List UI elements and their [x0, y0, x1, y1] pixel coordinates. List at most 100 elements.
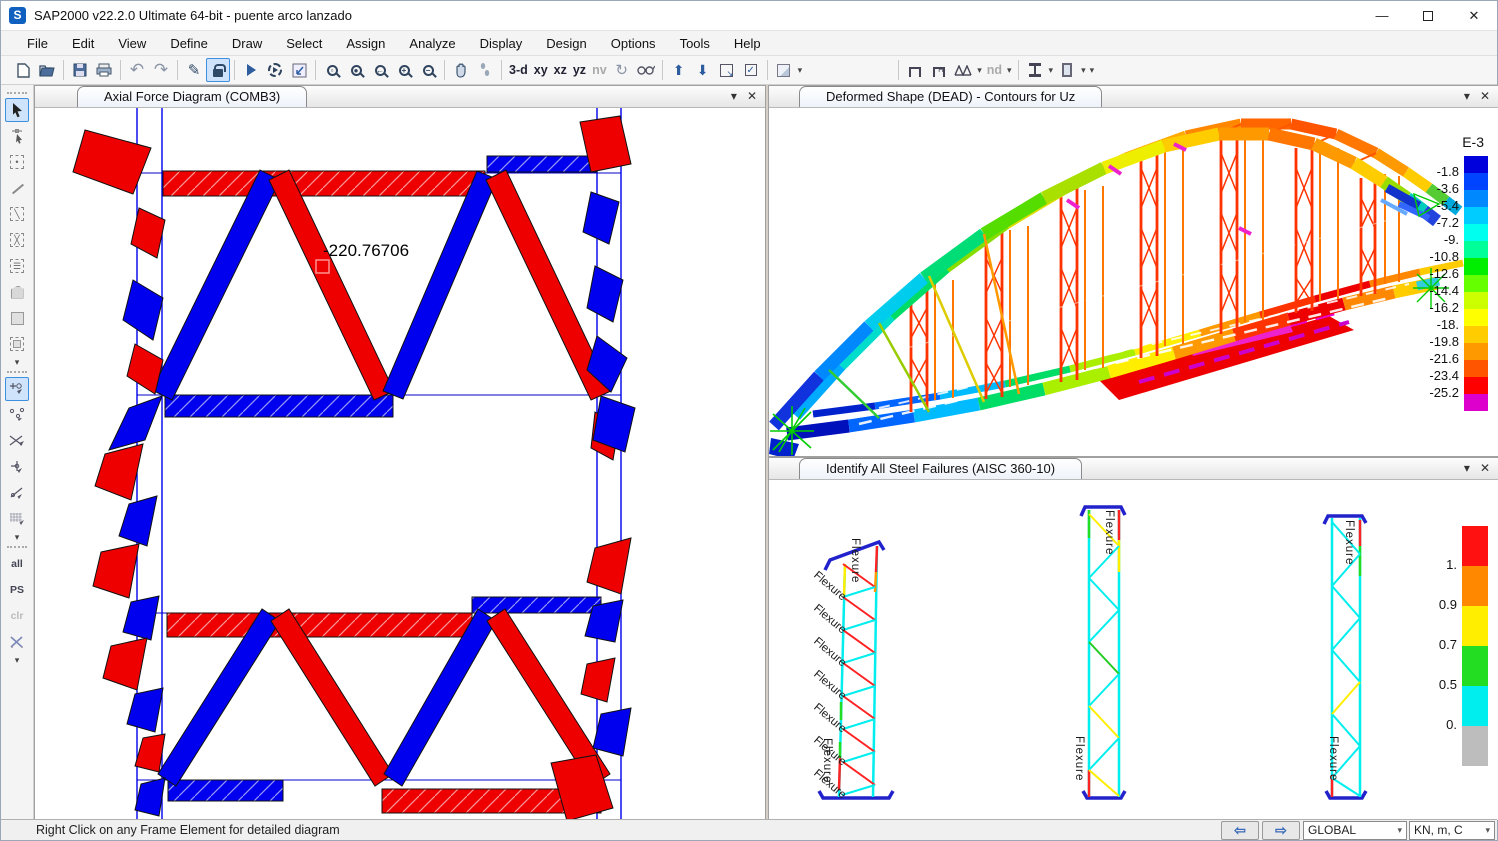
menu-tools[interactable]: Tools — [668, 33, 722, 54]
quick-draw-secondary-beams-button[interactable]: ☰ — [5, 254, 29, 278]
maximize-button[interactable] — [1405, 1, 1451, 31]
units-dropdown[interactable]: KN, m, C ▾ — [1409, 821, 1495, 840]
rect-dropdown-caret[interactable]: ▾ — [1079, 65, 1088, 76]
assign-dropdown-caret[interactable]: ▾ — [796, 65, 805, 76]
pan-button[interactable] — [449, 58, 473, 82]
view-nv-button[interactable]: nv — [589, 63, 610, 77]
assign-to-group-button[interactable] — [772, 58, 796, 82]
deformed-shape-canvas[interactable]: E-3 -1.8-3.6-5.4-7.2-9.-10.8-12.6-14.4-1… — [769, 108, 1498, 456]
draw-poly-area-button[interactable] — [5, 280, 29, 304]
menu-options[interactable]: Options — [599, 33, 668, 54]
axial-force-canvas[interactable]: -220.76706 — [35, 108, 765, 820]
select-more-caret[interactable]: ▾ — [13, 655, 22, 666]
frame-portal-button[interactable] — [903, 58, 927, 82]
deformed-panel-tab[interactable]: Deformed Shape (DEAD) - Contours for Uz — [799, 86, 1102, 107]
deformed-panel-close[interactable]: ✕ — [1480, 89, 1490, 103]
walkthrough-button[interactable] — [473, 58, 497, 82]
view-xz-button[interactable]: xz — [551, 63, 570, 77]
set-display-options-button[interactable]: ✓ — [739, 58, 763, 82]
frame-truss-button[interactable] — [951, 58, 975, 82]
toolbar-grip[interactable] — [7, 92, 27, 94]
snap-grid-button[interactable] — [5, 507, 29, 531]
menu-view[interactable]: View — [106, 33, 158, 54]
draw-frame-button[interactable] — [5, 176, 29, 200]
move-up-list-button[interactable]: ⬆ — [667, 58, 691, 82]
deformed-panel-caret[interactable]: ▾ — [1464, 89, 1470, 103]
ibeam-dropdown-caret[interactable]: ▾ — [1047, 65, 1056, 76]
axial-panel-close[interactable]: ✕ — [747, 89, 757, 103]
deselect-button[interactable] — [5, 630, 29, 654]
previous-named-view-button[interactable]: ⇦ — [1221, 821, 1259, 840]
view-xy-button[interactable]: xy — [531, 63, 551, 77]
zoom-full-button[interactable]: ● — [344, 58, 368, 82]
view-yz-button[interactable]: yz — [570, 63, 589, 77]
zoom-window-button[interactable]: ▫ — [320, 58, 344, 82]
pointer-select-button[interactable] — [5, 98, 29, 122]
snap-midpoints-button[interactable] — [5, 403, 29, 427]
menu-draw[interactable]: Draw — [220, 33, 274, 54]
refresh-window-button[interactable]: ✎ — [182, 58, 206, 82]
steel-panel-header[interactable]: Identify All Steel Failures (AISC 360-10… — [769, 458, 1498, 480]
view-3d-button[interactable]: 3-d — [506, 63, 531, 77]
axial-panel-header[interactable]: Axial Force Diagram (COMB3) ▾ ✕ — [35, 86, 765, 108]
menu-assign[interactable]: Assign — [334, 33, 397, 54]
toolbar-grip[interactable] — [7, 371, 27, 373]
menu-analyze[interactable]: Analyze — [397, 33, 467, 54]
new-model-button[interactable] — [11, 58, 35, 82]
frame-portal-h-button[interactable] — [927, 58, 951, 82]
draw-rect-area-button[interactable] — [5, 306, 29, 330]
zoom-in-button[interactable]: + — [392, 58, 416, 82]
open-file-button[interactable] — [35, 58, 59, 82]
redo-button[interactable]: ↷ — [149, 58, 173, 82]
select-all-button[interactable]: all — [5, 552, 29, 576]
save-button[interactable] — [68, 58, 92, 82]
steel-panel-tab[interactable]: Identify All Steel Failures (AISC 360-10… — [799, 458, 1082, 479]
menu-design[interactable]: Design — [534, 33, 598, 54]
reshape-object-button[interactable] — [5, 124, 29, 148]
zoom-out-button[interactable]: − — [416, 58, 440, 82]
quick-draw-braces-button[interactable]: ╳ — [5, 228, 29, 252]
menu-display[interactable]: Display — [468, 33, 535, 54]
steel-failures-canvas[interactable]: Flexure Flexure Flexure Flexure Flexure … — [769, 480, 1498, 820]
run-now-button[interactable] — [263, 58, 287, 82]
section-ibeam-button[interactable] — [1023, 58, 1047, 82]
get-previous-selection-rail-button[interactable]: PS — [5, 578, 29, 602]
section-rect-button[interactable] — [1055, 58, 1079, 82]
axial-panel-caret[interactable]: ▾ — [731, 89, 737, 103]
deformed-panel-header[interactable]: Deformed Shape (DEAD) - Contours for Uz … — [769, 86, 1498, 108]
menu-file[interactable]: File — [15, 33, 60, 54]
perspective-glasses-button[interactable] — [634, 58, 658, 82]
menu-define[interactable]: Define — [158, 33, 220, 54]
undo-button[interactable]: ↶ — [125, 58, 149, 82]
toolbar-grip[interactable] — [7, 546, 27, 548]
snap-more-caret[interactable]: ▾ — [13, 532, 22, 543]
frame-dropdown-caret[interactable]: ▾ — [1005, 65, 1014, 76]
snap-points-button[interactable] — [5, 377, 29, 401]
steel-panel-close[interactable]: ✕ — [1480, 461, 1490, 475]
lock-model-button[interactable] — [206, 58, 230, 82]
snap-intersections-button[interactable] — [5, 429, 29, 453]
close-button[interactable]: ✕ — [1451, 1, 1497, 31]
snap-lines-button[interactable] — [5, 481, 29, 505]
menu-select[interactable]: Select — [274, 33, 334, 54]
axial-panel-tab[interactable]: Axial Force Diagram (COMB3) — [77, 86, 307, 107]
draw-more-caret[interactable]: ▾ — [13, 357, 22, 368]
rotate-view-button[interactable]: ↻ — [610, 58, 634, 82]
steel-panel-caret[interactable]: ▾ — [1464, 461, 1470, 475]
more-dropdown-caret[interactable]: ▾ — [1088, 65, 1097, 76]
coordinate-system-dropdown[interactable]: GLOBAL ▾ — [1303, 821, 1407, 840]
run-analysis-button[interactable] — [239, 58, 263, 82]
get-previous-selection-button[interactable] — [715, 58, 739, 82]
quick-draw-area-button[interactable] — [5, 332, 29, 356]
next-named-view-button[interactable]: ⇨ — [1262, 821, 1300, 840]
quick-draw-frame-button[interactable]: ╲ — [5, 202, 29, 226]
zoom-previous-button[interactable]: ← — [368, 58, 392, 82]
snap-perpendicular-button[interactable] — [5, 455, 29, 479]
truss-dropdown-caret[interactable]: ▾ — [975, 65, 984, 76]
move-down-list-button[interactable]: ⬇ — [691, 58, 715, 82]
clear-selection-button[interactable]: clr — [5, 604, 29, 628]
show-undeformed-button[interactable] — [287, 58, 311, 82]
menu-edit[interactable]: Edit — [60, 33, 106, 54]
print-button[interactable] — [92, 58, 116, 82]
draw-point-button[interactable]: • — [5, 150, 29, 174]
